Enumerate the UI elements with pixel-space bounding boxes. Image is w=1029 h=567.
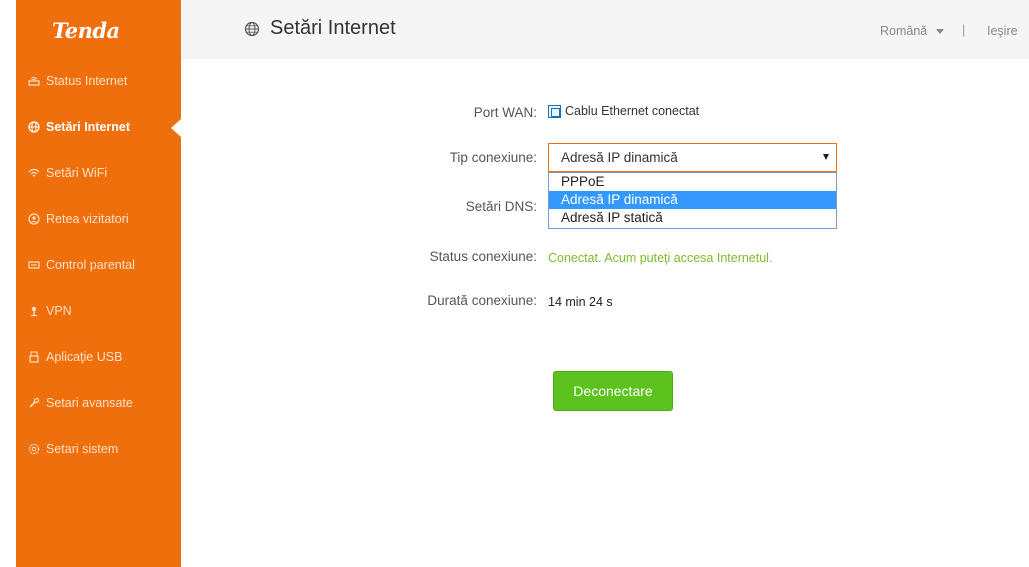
connection-type-dropdown: PPPoE Adresă IP dinamică Adresă IP stati… bbox=[548, 172, 837, 229]
sidebar-item-setari-internet[interactable]: Setări Internet bbox=[16, 114, 181, 140]
sidebar-item-label: Control parental bbox=[46, 258, 135, 272]
sidebar-item-setari-sistem[interactable]: Setari sistem bbox=[16, 436, 181, 462]
connection-duration-label: Durată conexiune: bbox=[427, 293, 537, 308]
vpn-icon bbox=[28, 305, 40, 317]
sidebar-item-label: Setari sistem bbox=[46, 442, 119, 456]
sidebar-item-setari-wifi[interactable]: Setări WiFi bbox=[16, 160, 181, 186]
parental-icon bbox=[28, 259, 40, 271]
option-static-ip[interactable]: Adresă IP statică bbox=[549, 209, 836, 227]
connection-type-label: Tip conexiune: bbox=[449, 150, 537, 165]
globe-icon bbox=[244, 21, 260, 36]
sidebar-item-label: Setări Internet bbox=[46, 120, 131, 134]
page-title: Setări Internet bbox=[244, 17, 396, 40]
connection-type-select[interactable]: Adresă IP dinamică bbox=[548, 143, 837, 172]
sidebar-item-label: Setari avansate bbox=[46, 396, 133, 410]
sidebar-item-label: Aplicaţie USB bbox=[46, 350, 123, 364]
sidebar-item-label: VPN bbox=[46, 304, 72, 318]
left-gutter bbox=[0, 0, 16, 567]
sidebar-item-status-internet[interactable]: Status Internet bbox=[16, 68, 181, 94]
dns-settings-label: Setări DNS: bbox=[465, 199, 537, 214]
language-selector[interactable]: Română bbox=[880, 24, 945, 38]
sidebar-item-label: Status Internet bbox=[46, 74, 128, 88]
sidebar: Tenda Status Internet Setări Internet Se… bbox=[16, 0, 181, 567]
active-item-pointer bbox=[171, 119, 181, 137]
wan-port-label: Port WAN: bbox=[473, 105, 537, 120]
router-icon bbox=[28, 75, 40, 87]
sidebar-item-retea-vizitatori[interactable]: Retea vizitatori bbox=[16, 206, 181, 232]
dropdown-arrow-icon bbox=[823, 154, 829, 160]
disconnect-button[interactable]: Deconectare bbox=[553, 371, 673, 411]
sidebar-item-label: Setări WiFi bbox=[46, 166, 108, 180]
sidebar-item-label: Retea vizitatori bbox=[46, 212, 129, 226]
tenda-logo: Tenda bbox=[52, 18, 120, 43]
globe-icon bbox=[28, 121, 40, 133]
guest-icon bbox=[28, 213, 40, 225]
ethernet-port-icon bbox=[548, 104, 561, 118]
topbar: Setări Internet Română | Ieşire bbox=[181, 0, 1029, 59]
sidebar-item-vpn[interactable]: VPN bbox=[16, 298, 181, 324]
connection-type-selected: Adresă IP dinamică bbox=[561, 150, 678, 165]
language-label: Română bbox=[880, 24, 928, 38]
connection-status-label: Status conexiune: bbox=[429, 249, 537, 264]
sidebar-item-control-parental[interactable]: Control parental bbox=[16, 252, 181, 278]
usb-icon bbox=[28, 351, 40, 363]
gear-icon bbox=[28, 443, 40, 455]
option-dynamic-ip[interactable]: Adresă IP dinamică bbox=[549, 191, 836, 209]
wan-port-value: Cablu Ethernet conectat bbox=[565, 104, 700, 118]
chevron-down-icon bbox=[936, 28, 945, 34]
page-title-text: Setări Internet bbox=[270, 17, 396, 39]
wifi-icon bbox=[28, 167, 40, 179]
router-admin-page: Tenda Status Internet Setări Internet Se… bbox=[0, 0, 1029, 567]
option-pppoe[interactable]: PPPoE bbox=[549, 173, 836, 191]
sidebar-item-setari-avansate[interactable]: Setari avansate bbox=[16, 390, 181, 416]
logout-link[interactable]: Ieşire bbox=[987, 24, 1018, 38]
connection-duration-value: 14 min 24 s bbox=[548, 295, 613, 309]
connection-status-value: Conectat. Acum puteţi accesa Internetul. bbox=[548, 251, 773, 265]
wrench-icon bbox=[28, 397, 40, 409]
wan-port-status: Cablu Ethernet conectat bbox=[548, 104, 699, 118]
sidebar-item-aplicatie-usb[interactable]: Aplicaţie USB bbox=[16, 344, 181, 370]
header-separator: | bbox=[962, 23, 966, 37]
